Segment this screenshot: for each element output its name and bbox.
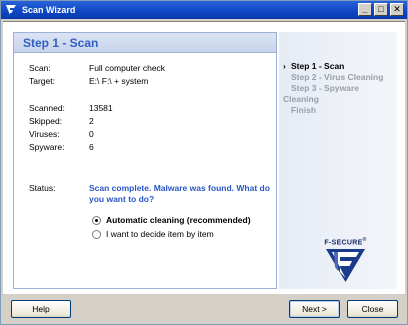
minimize-button[interactable]: _	[358, 3, 372, 16]
spyware-value: 6	[89, 142, 94, 152]
target-row: Target: E:\ F:\ + system	[29, 76, 148, 86]
title-bar[interactable]: Scan Wizard _ □ ✕	[1, 1, 407, 19]
radio-manual-cleaning[interactable]	[92, 229, 101, 239]
page-title: Step 1 - Scan	[14, 33, 276, 53]
spyware-row: Spyware: 6	[29, 142, 94, 152]
help-button[interactable]: Help	[11, 300, 71, 318]
current-step-arrow-icon: ›	[283, 61, 286, 71]
scanned-row: Scanned: 13581	[29, 103, 113, 113]
step-virus-cleaning: Step 2 - Virus Cleaning	[291, 72, 384, 82]
spyware-label: Spyware:	[29, 142, 65, 152]
option-automatic-cleaning[interactable]: Automatic cleaning (recommended)	[92, 215, 251, 225]
close-button[interactable]: Close	[347, 300, 398, 318]
skipped-label: Skipped:	[29, 116, 63, 126]
step-scan: › Step 1 - Scan	[283, 61, 345, 71]
next-button[interactable]: Next >	[289, 300, 340, 318]
manual-cleaning-label[interactable]: I want to decide item by item	[106, 229, 214, 239]
step-spyware-cleaning: Step 3 - Spyware Cleaning	[283, 83, 360, 104]
logo-text: F-SECURE®	[324, 237, 367, 247]
scan-wizard-window: Scan Wizard _ □ ✕ Step 1 - Scan Scan: Fu…	[0, 0, 408, 325]
maximize-button[interactable]: □	[374, 3, 388, 16]
window-title: Scan Wizard	[22, 5, 76, 15]
step-finish: Finish	[291, 105, 317, 115]
scan-row: Scan: Full computer check	[29, 63, 165, 73]
scan-panel: Step 1 - Scan Scan: Full computer check …	[13, 32, 277, 289]
steps-list: › Step 1 - Scan Step 2 - Virus Cleaning S…	[283, 61, 397, 116]
status-label: Status:	[29, 183, 56, 193]
f-secure-logo: F-SECURE®	[323, 237, 368, 287]
steps-sidebar: › Step 1 - Scan Step 2 - Virus Cleaning S…	[279, 32, 397, 289]
scan-value: Full computer check	[89, 63, 166, 73]
skipped-row: Skipped: 2	[29, 116, 94, 126]
status-message: Scan complete. Malware was found. What d…	[89, 183, 270, 204]
f-secure-app-icon	[5, 4, 17, 16]
viruses-value: 0	[89, 129, 94, 139]
viruses-row: Viruses: 0	[29, 129, 94, 139]
button-bar: Help Next > Close	[3, 295, 405, 324]
automatic-cleaning-label[interactable]: Automatic cleaning (recommended)	[106, 215, 251, 225]
scanned-label: Scanned:	[29, 103, 65, 113]
f-secure-shield-icon	[326, 249, 365, 283]
viruses-label: Viruses:	[29, 129, 60, 139]
scan-label: Scan:	[29, 63, 51, 73]
radio-automatic-cleaning[interactable]	[92, 215, 101, 225]
skipped-value: 2	[89, 116, 94, 126]
target-value: E:\ F:\ + system	[89, 76, 149, 86]
scanned-value: 13581	[89, 103, 113, 113]
target-label: Target:	[29, 76, 55, 86]
close-window-button[interactable]: ✕	[390, 3, 404, 16]
wizard-content: Step 1 - Scan Scan: Full computer check …	[3, 21, 405, 294]
option-manual-cleaning[interactable]: I want to decide item by item	[92, 229, 214, 239]
